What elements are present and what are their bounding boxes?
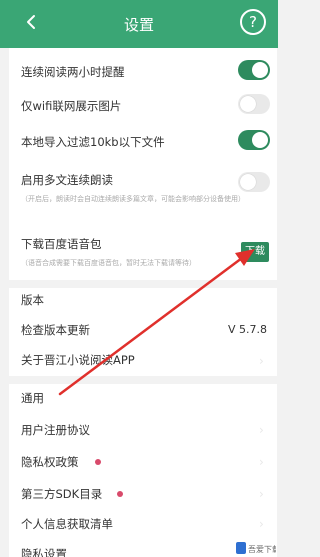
watermark-logo: 吾爱下载网 <box>236 540 288 554</box>
check-update-label: 检查版本更新 <box>21 323 90 337</box>
multi-read-desc: （开启后，朗读时会自动连续朗读多篇文章，可能会影响部分设备使用） <box>21 195 245 203</box>
privacy-settings-label: 隐私设置 <box>21 547 67 557</box>
reminder-toggle[interactable] <box>238 60 270 80</box>
chevron-right-icon: › <box>259 354 264 368</box>
version-section-title: 版本 <box>21 293 44 307</box>
baidu-voice-row: 下载百度语音包 （语音合成需要下载百度语音包，暂时无法下载请等待） 下载 <box>9 230 277 274</box>
help-button[interactable]: ? <box>240 9 266 35</box>
general-card: 通用 用户注册协议 › 隐私权政策 › 第三方SDK目录 › 个人信息获取清单 … <box>9 384 277 557</box>
reminder-row: 连续阅读两小时提醒 <box>9 56 277 86</box>
personal-info-label: 个人信息获取清单 <box>21 517 113 531</box>
app-header: 设置 ? <box>0 0 278 48</box>
new-indicator-dot <box>95 459 101 465</box>
wifi-images-label: 仅wifi联网展示图片 <box>21 99 122 113</box>
wifi-images-toggle[interactable] <box>238 94 270 114</box>
privacy-policy-label: 隐私权政策 <box>21 455 79 469</box>
about-label: 关于晋江小说阅读APP <box>21 353 135 367</box>
baidu-voice-desc: （语音合成需要下载百度语音包，暂时无法下载请等待） <box>21 259 196 267</box>
filter-local-toggle[interactable] <box>238 130 270 150</box>
check-update-row[interactable]: 检查版本更新 V 5.7.8 <box>9 316 277 344</box>
reading-settings-card: 连续阅读两小时提醒 仅wifi联网展示图片 本地导入过滤10kb以下文件 启用多… <box>9 48 277 280</box>
privacy-policy-row[interactable]: 隐私权政策 › <box>9 448 277 474</box>
page-title: 设置 <box>123 16 154 34</box>
filter-local-row: 本地导入过滤10kb以下文件 <box>9 126 277 156</box>
about-row[interactable]: 关于晋江小说阅读APP › <box>9 346 277 374</box>
user-agreement-row[interactable]: 用户注册协议 › <box>9 416 277 442</box>
chevron-right-icon: › <box>259 517 264 531</box>
baidu-voice-label: 下载百度语音包 <box>21 237 102 251</box>
third-party-sdk-row[interactable]: 第三方SDK目录 › <box>9 480 277 506</box>
personal-info-row[interactable]: 个人信息获取清单 › <box>9 510 277 536</box>
version-card: 版本 检查版本更新 V 5.7.8 关于晋江小说阅读APP › <box>9 288 277 376</box>
version-value: V 5.7.8 <box>227 323 267 336</box>
svg-text:吾爱下载网: 吾爱下载网 <box>248 544 276 554</box>
wifi-images-row: 仅wifi联网展示图片 <box>9 90 277 120</box>
reminder-label: 连续阅读两小时提醒 <box>21 65 125 79</box>
multi-read-label: 启用多文连续朗读 <box>21 173 113 187</box>
general-section-title: 通用 <box>21 391 44 405</box>
chevron-right-icon: › <box>259 455 264 469</box>
new-indicator-dot <box>117 491 123 497</box>
chevron-right-icon: › <box>259 487 264 501</box>
third-party-sdk-label: 第三方SDK目录 <box>21 487 103 501</box>
multi-read-toggle[interactable] <box>238 172 270 192</box>
user-agreement-label: 用户注册协议 <box>21 423 90 437</box>
download-button[interactable]: 下载 <box>241 242 269 262</box>
multi-read-row: 启用多文连续朗读 （开启后，朗读时会自动连续朗读多篇文章，可能会影响部分设备使用… <box>9 166 277 210</box>
filter-local-label: 本地导入过滤10kb以下文件 <box>21 135 165 149</box>
chevron-right-icon: › <box>259 423 264 437</box>
